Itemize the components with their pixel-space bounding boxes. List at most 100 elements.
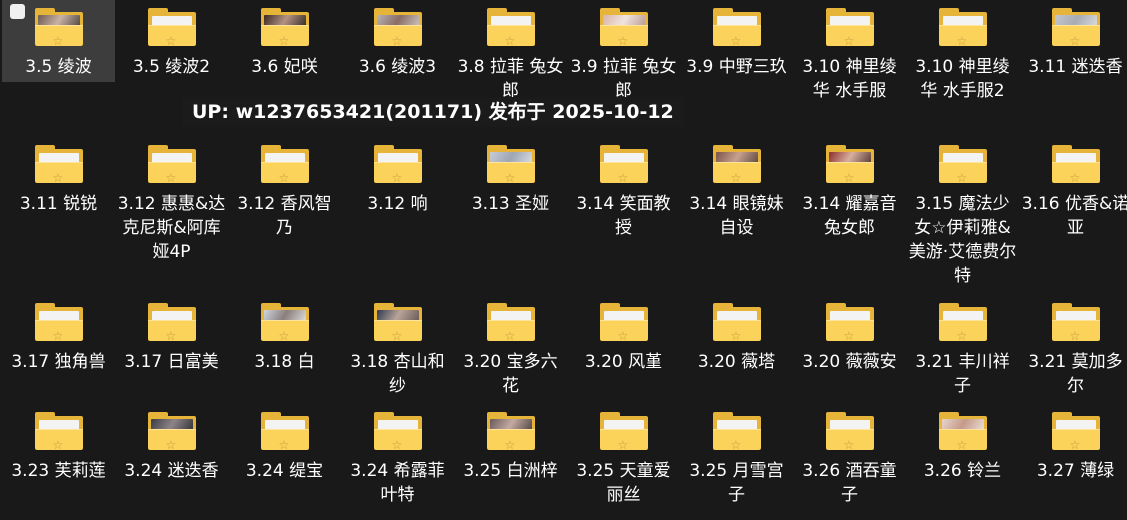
folder-icon: ☆ <box>260 145 309 185</box>
folder-icon: ☆ <box>712 303 761 343</box>
star-icon: ☆ <box>730 34 742 48</box>
folder-icon: ☆ <box>147 145 196 184</box>
folder-item[interactable]: ☆ 3.12 响 <box>341 137 454 295</box>
folder-label: 3.17 独角兽 <box>11 352 106 372</box>
folder-item[interactable]: ☆ 3.20 薇塔 <box>680 295 793 404</box>
checkbox-icon[interactable] <box>10 4 25 19</box>
folder-label: 3.20 宝多六花 <box>463 352 558 396</box>
star-icon: ☆ <box>843 34 855 48</box>
folder-item[interactable]: ☆ 3.10 神里绫华 水手服2 <box>906 0 1019 137</box>
star-icon: ☆ <box>278 171 290 185</box>
folder-item[interactable]: ☆ 3.12 香风智乃 <box>228 137 341 295</box>
folder-icon: ☆ <box>1051 303 1100 342</box>
folder-icon: ☆ <box>373 303 422 342</box>
folder-icon: ☆ <box>599 8 648 48</box>
folder-item[interactable]: ☆ 3.17 独角兽 <box>2 295 115 404</box>
folder-icon: ☆ <box>1051 8 1100 48</box>
folder-label: 3.6 绫波3 <box>358 57 437 77</box>
folder-item[interactable]: ☆ 3.9 中野三玖 <box>680 0 793 137</box>
folder-label: 3.11 锐锐 <box>19 194 98 214</box>
folder-item[interactable]: ☆ 3.14 笑面教授 <box>567 137 680 295</box>
folder-label: 3.17 日富美 <box>124 352 219 372</box>
folder-item[interactable]: ☆ 3.14 眼镜妹 自设 <box>680 137 793 295</box>
folder-label: 3.20 薇塔 <box>697 352 776 372</box>
folder-icon: ☆ <box>938 303 987 343</box>
folder-item[interactable]: ☆ 3.16 优香&诺亚 <box>1019 137 1127 295</box>
star-icon: ☆ <box>165 329 177 343</box>
star-icon: ☆ <box>843 329 855 343</box>
folder-icon: ☆ <box>1051 412 1100 451</box>
folder-label: 3.5 绫波 <box>25 57 92 77</box>
folder-icon: ☆ <box>825 8 874 48</box>
folder-icon: ☆ <box>938 412 987 451</box>
folder-item[interactable]: ☆ 3.10 神里绫华 水手服 <box>793 0 906 137</box>
folder-icon: ☆ <box>147 8 196 47</box>
folder-item[interactable]: ☆ 3.26 铃兰 <box>906 404 1019 520</box>
folder-item[interactable]: ☆ 3.5 绫波 <box>2 0 115 82</box>
folder-item[interactable]: ☆ 3.15 魔法少女☆伊莉雅&美游·艾德费尔特 <box>906 137 1019 295</box>
folder-item[interactable]: ☆ 3.20 风堇 <box>567 295 680 404</box>
folder-icon: ☆ <box>260 303 309 343</box>
folder-item[interactable]: ☆ 3.12 惠惠&达克尼斯&阿库娅4P <box>115 137 228 295</box>
folder-icon: ☆ <box>712 8 761 48</box>
folder-item[interactable]: ☆ 3.21 莫加多尔 <box>1019 295 1127 404</box>
folder-label: 3.20 薇薇安 <box>802 352 897 372</box>
folder-label: 3.24 迷迭香 <box>124 461 219 481</box>
folder-item[interactable]: ☆ 3.14 耀嘉音 兔女郎 <box>793 137 906 295</box>
star-icon: ☆ <box>956 171 968 185</box>
folder-item[interactable]: ☆ 3.13 圣娅 <box>454 137 567 295</box>
folder-item[interactable]: ☆ 3.11 锐锐 <box>2 137 115 295</box>
folder-item[interactable]: ☆ 3.24 希露菲叶特 <box>341 404 454 520</box>
folder-item[interactable]: ☆ 3.17 日富美 <box>115 295 228 404</box>
folder-label: 3.21 莫加多尔 <box>1028 352 1123 396</box>
star-icon: ☆ <box>504 171 516 185</box>
folder-label: 3.12 惠惠&达克尼斯&阿库娅4P <box>117 194 226 262</box>
folder-label: 3.20 风堇 <box>584 352 663 372</box>
folder-item[interactable]: ☆ 3.11 迷迭香 <box>1019 0 1127 137</box>
folder-label: 3.9 中野三玖 <box>686 57 787 77</box>
folder-icon: ☆ <box>938 145 987 185</box>
star-icon: ☆ <box>52 438 64 452</box>
folder-item[interactable]: ☆ 3.20 薇薇安 <box>793 295 906 404</box>
folder-item[interactable]: ☆ 3.21 丰川祥子 <box>906 295 1019 404</box>
folder-icon: ☆ <box>34 145 83 184</box>
folder-label: 3.27 薄绿 <box>1036 461 1115 481</box>
folder-icon: ☆ <box>34 303 83 342</box>
folder-label: 3.13 圣娅 <box>471 194 550 214</box>
star-icon: ☆ <box>843 438 855 452</box>
star-icon: ☆ <box>278 438 290 452</box>
star-icon: ☆ <box>1069 34 1081 48</box>
star-icon: ☆ <box>391 171 403 185</box>
folder-label: 3.14 眼镜妹 自设 <box>689 194 784 238</box>
folder-item[interactable]: ☆ 3.27 薄绿 <box>1019 404 1127 520</box>
folder-icon: ☆ <box>486 145 535 185</box>
folder-item[interactable]: ☆ 3.18 杏山和纱 <box>341 295 454 404</box>
star-icon: ☆ <box>617 438 629 452</box>
star-icon: ☆ <box>956 34 968 48</box>
star-icon: ☆ <box>730 329 742 343</box>
folder-icon: ☆ <box>599 303 648 342</box>
folder-item[interactable]: ☆ 3.25 月雪宫子 <box>680 404 793 520</box>
folder-item[interactable]: ☆ 3.26 酒吞童子 <box>793 404 906 520</box>
star-icon: ☆ <box>278 329 290 343</box>
folder-item[interactable]: ☆ 3.23 芙莉莲 <box>2 404 115 520</box>
folder-label: 3.24 希露菲叶特 <box>350 461 445 505</box>
folder-label: 3.5 绫波2 <box>132 57 211 77</box>
folder-icon: ☆ <box>260 412 309 452</box>
folder-item[interactable]: ☆ 3.24 迷迭香 <box>115 404 228 520</box>
star-icon: ☆ <box>730 438 742 452</box>
folder-item[interactable]: ☆ 3.20 宝多六花 <box>454 295 567 404</box>
folder-label: 3.15 魔法少女☆伊莉雅&美游·艾德费尔特 <box>908 194 1017 286</box>
star-icon: ☆ <box>504 329 516 343</box>
folder-icon: ☆ <box>34 412 83 452</box>
folder-item[interactable]: ☆ 3.18 白 <box>228 295 341 404</box>
folder-icon: ☆ <box>34 8 83 47</box>
folder-icon: ☆ <box>825 412 874 452</box>
folder-icon: ☆ <box>486 8 535 47</box>
folder-item[interactable]: ☆ 3.25 白洲梓 <box>454 404 567 520</box>
file-grid: ☆ 3.5 绫波 ☆ 3.5 绫波2 ☆ 3.6 妃咲 ☆ 3.6 绫波3 ☆ 3.8 拉菲 兔女… <box>2 0 1127 520</box>
folder-item[interactable]: ☆ 3.24 缇宝 <box>228 404 341 520</box>
star-icon: ☆ <box>956 329 968 343</box>
folder-item[interactable]: ☆ 3.25 天童爱丽丝 <box>567 404 680 520</box>
star-icon: ☆ <box>617 34 629 48</box>
